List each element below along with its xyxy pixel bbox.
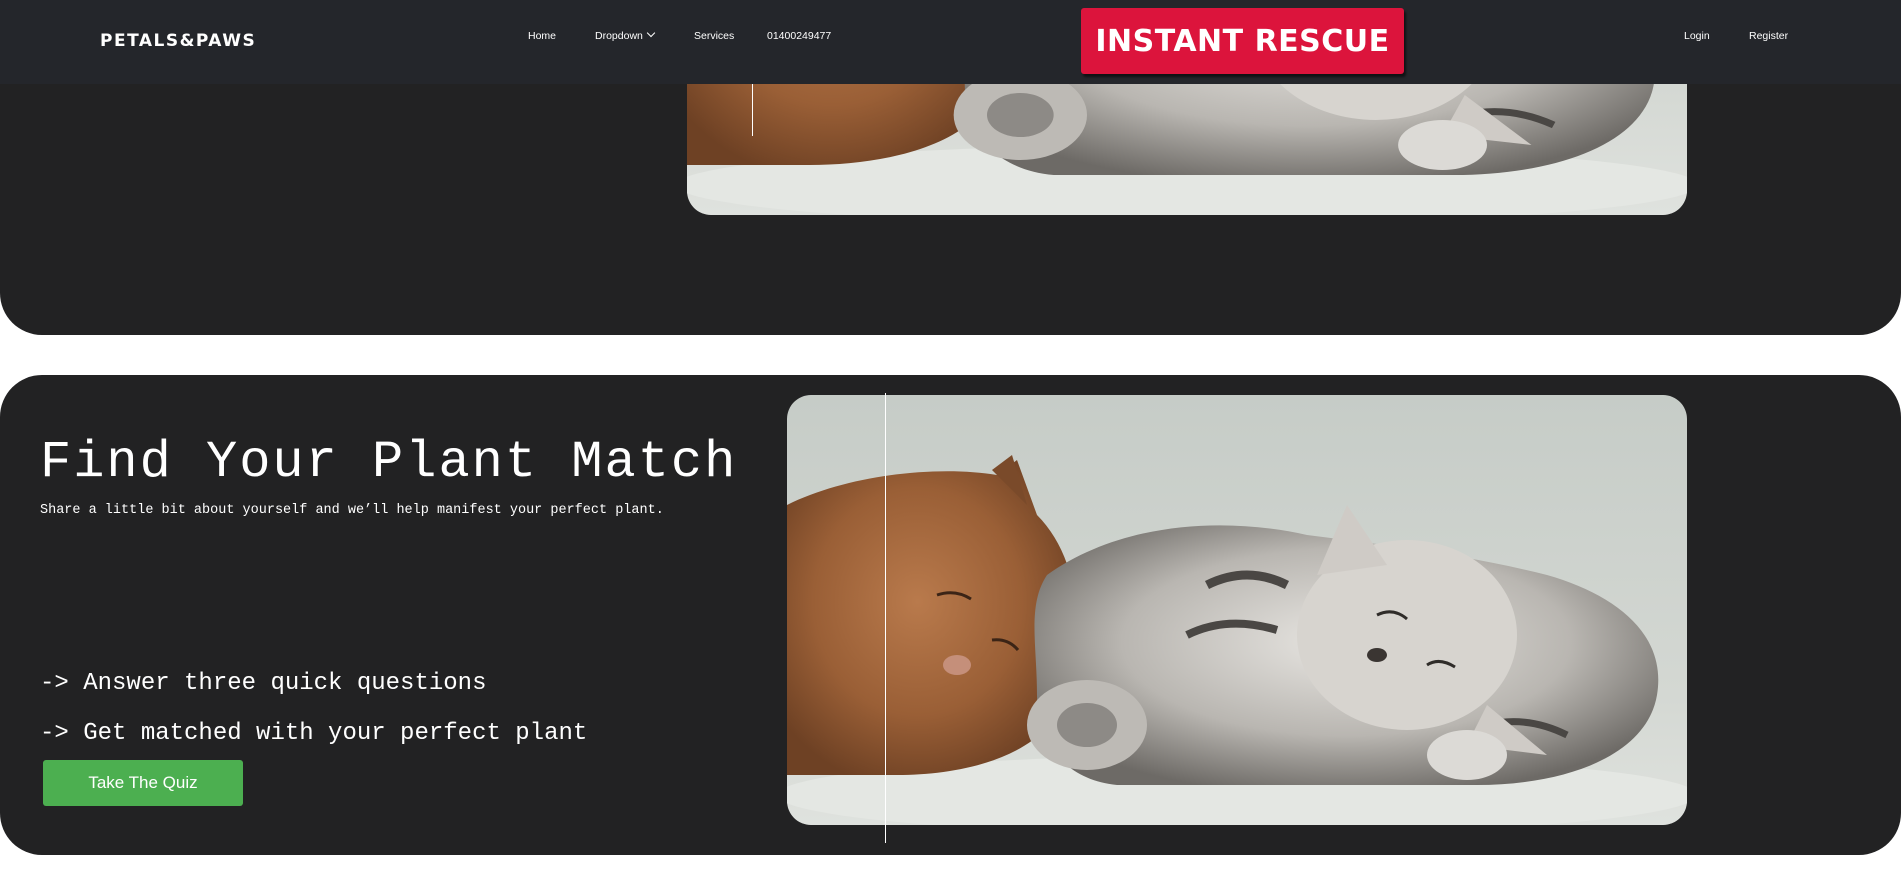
brand-logo[interactable]: PETALS&PAWS: [100, 31, 256, 51]
nav-register[interactable]: Register: [1749, 30, 1788, 42]
nav-home[interactable]: Home: [528, 30, 556, 42]
nav-dropdown-label: Dropdown: [595, 30, 643, 42]
nav-phone[interactable]: 01400249477: [767, 30, 831, 42]
take-quiz-button[interactable]: Take The Quiz: [43, 760, 243, 806]
chevron-down-icon: [646, 28, 656, 38]
nav-services[interactable]: Services: [694, 30, 734, 42]
page-subtitle: Share a little bit about yourself and we…: [40, 503, 664, 518]
main-image-divider: [885, 393, 886, 843]
instant-rescue-button[interactable]: INSTANT RESCUE: [1081, 8, 1404, 74]
nav-login[interactable]: Login: [1684, 30, 1710, 42]
bullet-get-matched: -> Get matched with your perfect plant: [40, 720, 588, 747]
top-image-divider: [752, 84, 753, 136]
main-kittens-image: [787, 395, 1687, 825]
nav-dropdown[interactable]: Dropdown: [595, 28, 656, 42]
page-title: Find Your Plant Match: [40, 433, 738, 492]
navbar: PETALS&PAWS Home Dropdown Services 01400…: [0, 0, 1901, 84]
bullet-answer-questions: -> Answer three quick questions: [40, 670, 487, 697]
